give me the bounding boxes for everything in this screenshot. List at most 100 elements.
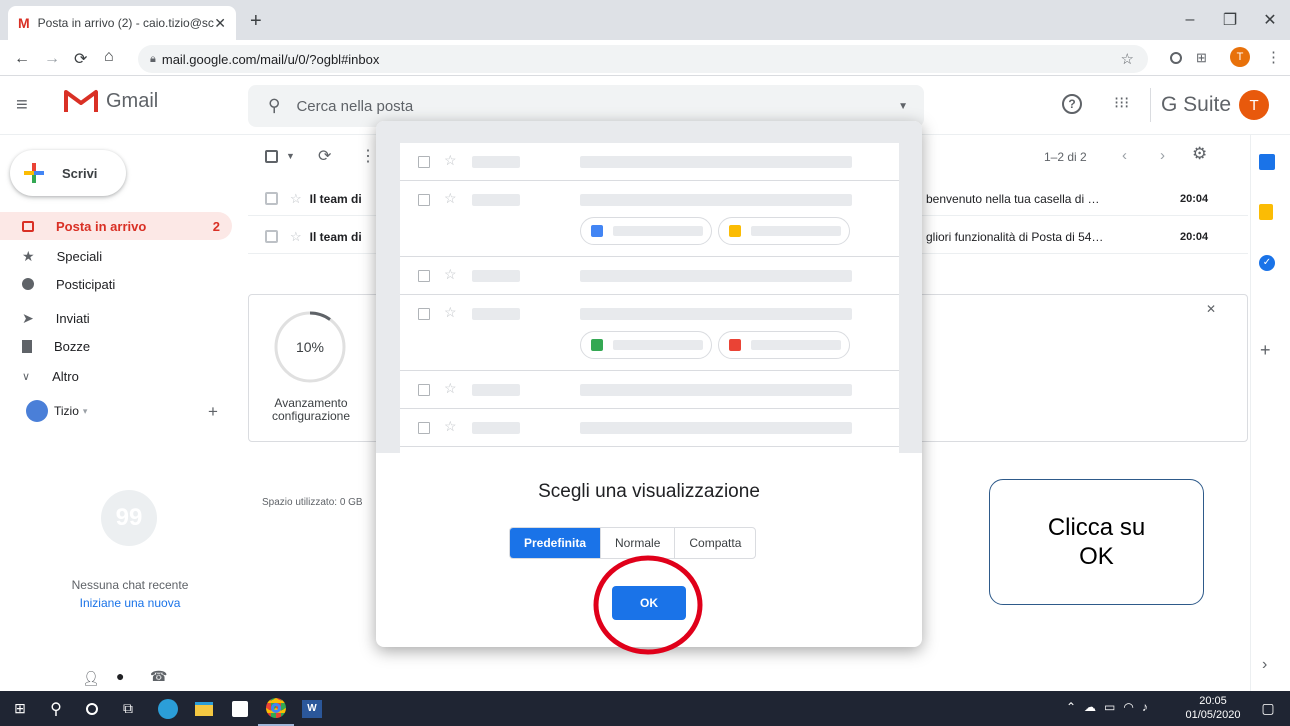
star-icon: ★ [22,247,35,264]
preview-star-icon: ☆ [444,190,457,206]
refresh-icon[interactable]: ⟳ [318,146,331,166]
person-icon[interactable]: 👤︎ [82,670,100,687]
instruction-callout: Clicca su OK [989,479,1204,605]
extension-icon[interactable] [1170,52,1182,64]
browser-tab[interactable]: M Posta in arrivo (2) - caio.tizio@sc ✕ [8,6,236,40]
restore-button[interactable]: ❐ [1210,6,1250,34]
row-star-icon[interactable]: ☆ [290,191,302,207]
address-bar[interactable]: 🔒︎ mail.google.com/mail/u/0/?ogbl#inbox … [138,45,1148,73]
row-checkbox[interactable] [265,192,278,205]
add-contact-button[interactable]: + [208,402,218,422]
preview-row: ☆ [400,181,899,257]
task-view-icon[interactable]: ⧉ [110,691,146,726]
dismiss-setup-icon[interactable]: ✕ [1206,302,1216,316]
option-predefinita[interactable]: Predefinita [510,528,601,558]
calendar-icon[interactable] [1259,154,1275,170]
bookmark-star-icon[interactable]: ☆ [1121,50,1134,68]
preview-star-icon: ☆ [444,152,457,168]
preview-checkbox [418,156,430,168]
sidebar-item-snoozed[interactable]: Posticipati [0,270,232,298]
settings-gear-icon[interactable]: ⚙︎ [1192,144,1207,164]
hangouts-user[interactable]: Tizio ▾ [26,400,87,422]
tasks-icon[interactable]: ✓ [1259,255,1275,271]
sidebar-item-label: Speciali [56,248,103,264]
sidebar-item-starred[interactable]: ★ Speciali [0,242,232,270]
system-tray-icons[interactable]: ⌃☁▭◠♪ [1066,700,1156,714]
preview-star-icon: ☆ [444,380,457,396]
start-new-chat-link[interactable]: Iniziane una nuova [40,596,220,610]
file-explorer-icon[interactable] [186,691,222,726]
sidebar-item-drafts[interactable]: Bozze [0,332,232,360]
attachment-name-bar [751,340,841,350]
preview-subject-bar [580,156,852,168]
apps-shortcut-icon[interactable]: ⊞ [1196,50,1207,66]
back-icon[interactable]: ← [14,50,30,68]
search-icon[interactable]: ⚲ [268,96,280,116]
preview-sender-bar [472,156,520,168]
keep-icon[interactable] [1259,204,1273,220]
gmail-favicon-icon: M [18,15,30,31]
inbox-icon [22,220,34,232]
preview-row: ☆ [400,409,899,447]
preview-sender-bar [472,270,520,282]
mail-time: 20:04 [1180,230,1209,243]
preview-sender-bar [472,308,520,320]
progress-caption-line2: configurazione [271,409,351,423]
sidebar-item-label: Posticipati [56,276,116,292]
sidebar-item-sent[interactable]: ➤ Inviati [0,304,232,332]
reload-icon[interactable]: ⟳ [74,49,87,69]
word-icon[interactable]: W [294,691,330,726]
minimize-button[interactable]: – [1170,6,1210,34]
store-icon[interactable] [222,691,258,726]
cortana-icon[interactable] [74,691,110,726]
mail-time: 20:04 [1180,192,1209,205]
prev-page-icon[interactable]: ‹ [1122,147,1127,164]
row-star-icon[interactable]: ☆ [290,229,302,245]
attachment-file-icon [591,225,603,237]
search-options-icon[interactable]: ▼ [898,101,908,112]
preview-attachment-chip [718,217,850,245]
windows-start-icon[interactable]: ⊞ [2,691,38,726]
apps-grid-icon[interactable]: ⁝⁝⁝ [1114,93,1129,113]
chat-icon[interactable]: ● [116,668,124,684]
new-tab-button[interactable]: + [250,10,262,33]
clock-icon [22,278,34,290]
select-all-checkbox[interactable] [265,150,278,163]
browser-menu-icon[interactable]: ⋮ [1266,48,1281,66]
phone-icon[interactable]: ☎︎ [150,668,167,685]
taskbar-search-icon[interactable]: ⚲ [38,691,74,726]
select-dropdown-icon[interactable]: ▼ [286,151,295,161]
draft-icon [22,339,32,353]
close-tab-icon[interactable]: ✕ [214,15,226,32]
preview-checkbox [418,194,430,206]
mail-sender: Il team di [309,229,362,244]
compose-button[interactable]: Scrivi [10,150,126,196]
help-icon[interactable]: ? [1062,94,1082,114]
preview-attachment-chip [580,331,712,359]
preview-star-icon: ☆ [444,418,457,434]
edge-icon[interactable] [150,691,186,726]
gmail-logo[interactable]: Gmail [64,88,158,114]
sidebar-item-inbox[interactable]: Posta in arrivo 2 [0,212,232,240]
notifications-icon[interactable]: ▢ [1250,691,1286,726]
clock[interactable]: 20:05 01/05/2020 [1178,694,1248,722]
row-checkbox[interactable] [265,230,278,243]
pagination-text: 1–2 di 2 [1044,150,1087,164]
attachment-name-bar [751,226,841,236]
more-actions-icon[interactable]: ⋮ [360,146,376,166]
sidebar-item-more[interactable]: ∨ Altro [0,362,232,390]
account-avatar[interactable]: T [1239,90,1270,120]
profile-avatar[interactable]: T [1230,47,1250,67]
get-addons-icon[interactable]: + [1260,340,1271,361]
next-page-icon[interactable]: › [1160,147,1165,164]
search-input[interactable]: Cerca nella posta [296,98,413,115]
close-window-button[interactable]: ✕ [1250,6,1290,34]
expand-panel-icon[interactable]: › [1262,656,1267,674]
gsuite-logo: G Suite T [1150,88,1276,122]
main-menu-icon[interactable]: ≡ [16,94,28,117]
forward-icon[interactable]: → [44,50,60,68]
sidebar-item-label: Posta in arrivo [56,218,147,234]
chrome-icon[interactable] [258,691,294,726]
home-icon[interactable]: ⌂ [104,48,114,66]
sidebar-item-label: Bozze [54,338,91,354]
